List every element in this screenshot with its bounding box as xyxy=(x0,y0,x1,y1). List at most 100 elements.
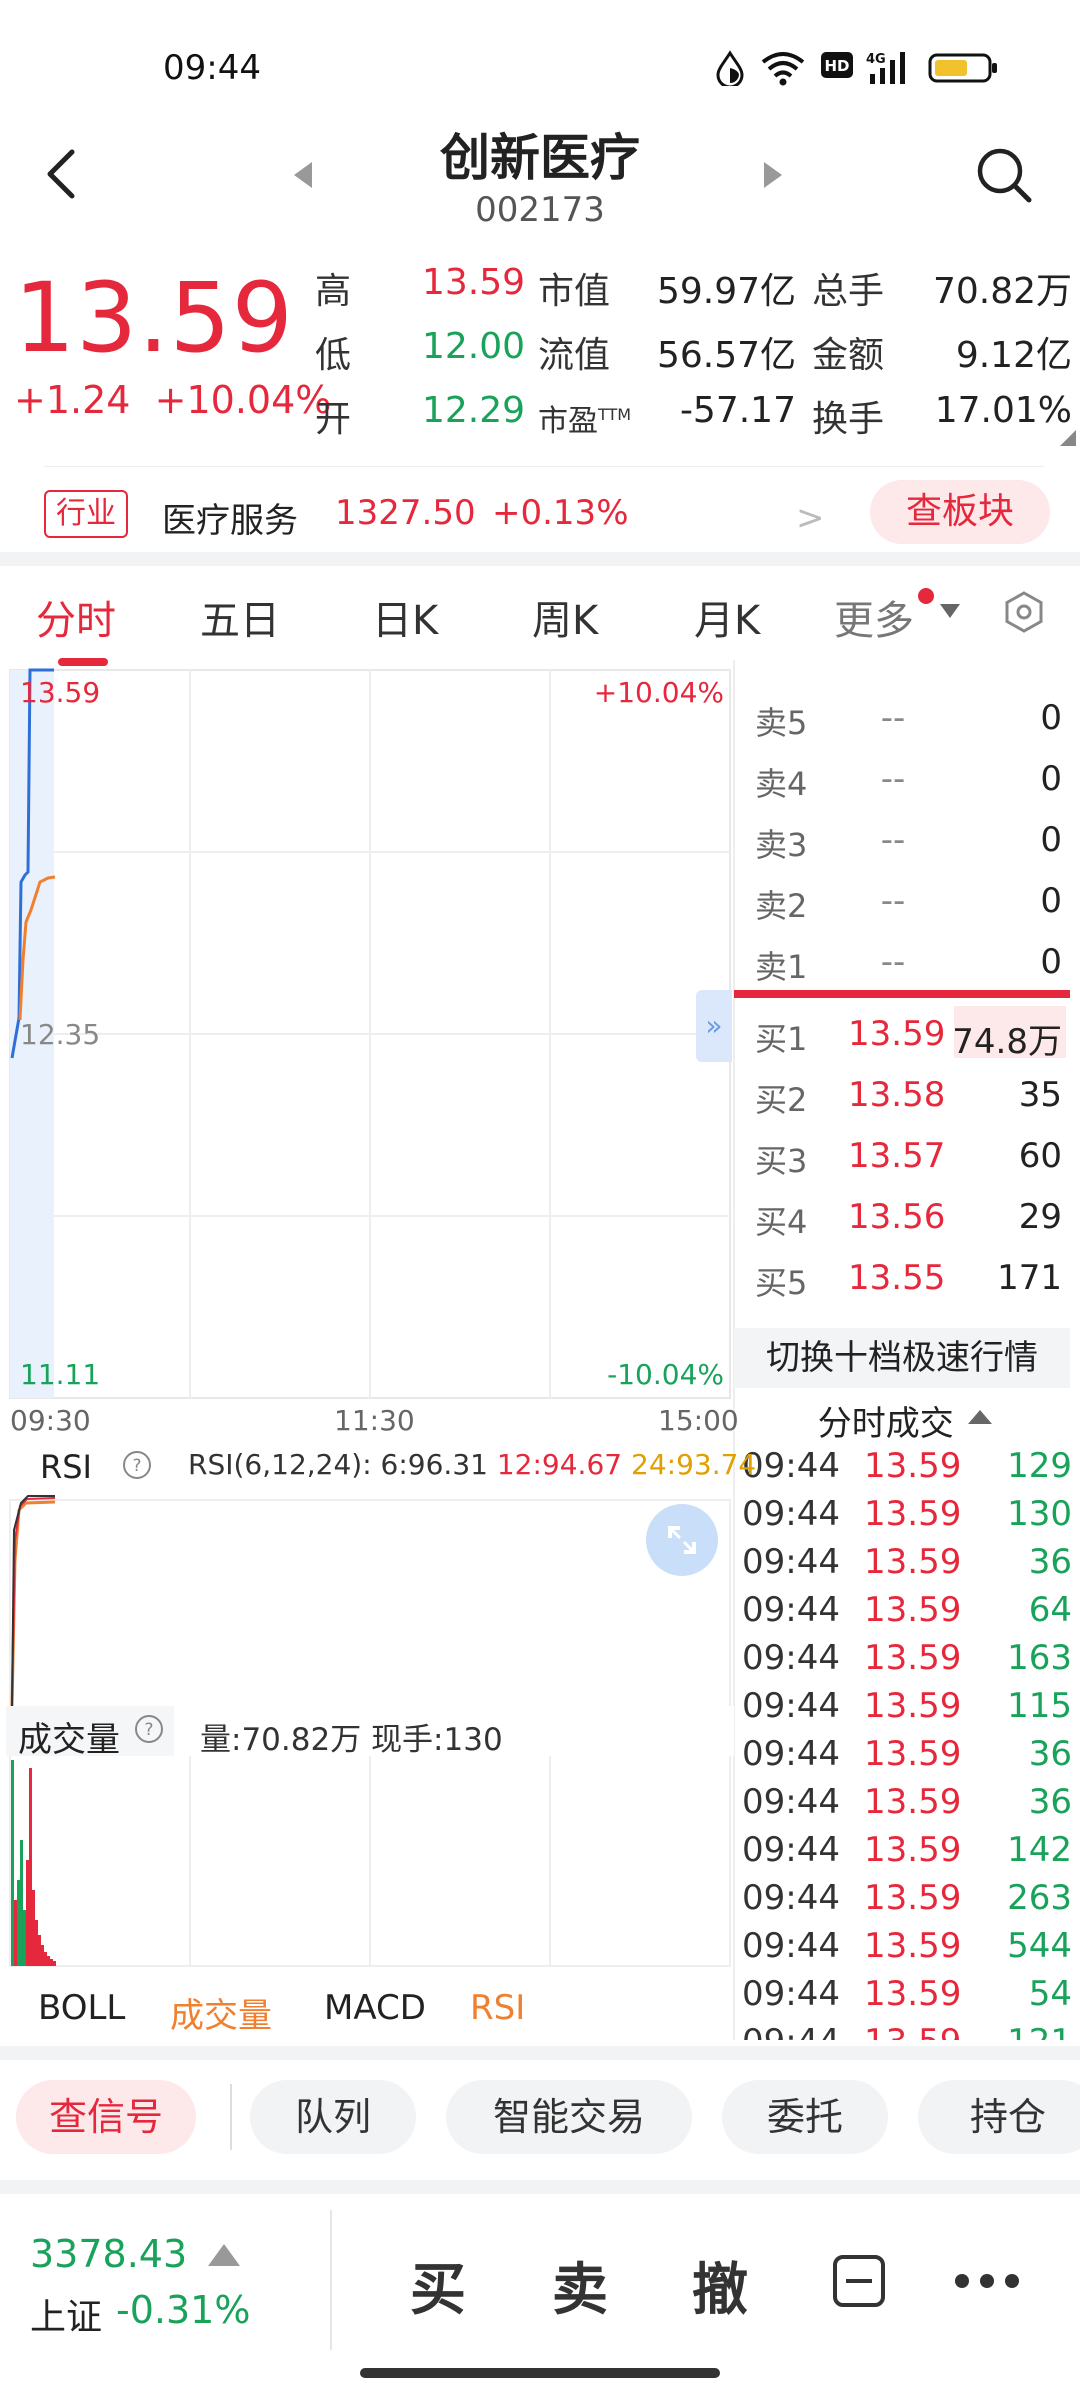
orders-button[interactable]: 委托 xyxy=(722,2080,888,2154)
tab-intraday[interactable]: 分时 xyxy=(36,588,116,646)
tick-row: 09:44 13.59 129 xyxy=(742,1446,1072,1486)
indicator-tab-macd[interactable]: MACD xyxy=(324,1988,426,2028)
bid-3-label: 买3 xyxy=(755,1142,808,1180)
ask-5-label: 卖5 xyxy=(755,704,808,742)
industry-name[interactable]: 医疗服务 xyxy=(162,493,298,542)
expand-quote-triangle[interactable] xyxy=(1060,430,1076,446)
svg-text:HD: HD xyxy=(824,57,849,75)
ticks-header[interactable]: 分时成交 xyxy=(734,1396,1070,1445)
indicator-tab-rsi[interactable]: RSI xyxy=(470,1988,525,2028)
price-change: +1.24 +10.04% xyxy=(14,378,331,422)
view-board-button[interactable]: 查板块 xyxy=(870,480,1050,544)
chevron-right-icon[interactable]: > xyxy=(796,498,825,538)
sell-button[interactable]: 卖 xyxy=(552,2245,608,2326)
tab-more[interactable]: 更多 xyxy=(834,588,914,646)
smart-trade-button[interactable]: 智能交易 xyxy=(446,2080,692,2154)
rsi-6-value: 6:96.31 xyxy=(380,1448,488,1481)
bid-ask-divider xyxy=(734,990,1070,998)
ask-2-label: 卖2 xyxy=(755,887,808,925)
tick-row: 09:44 13.59 115 xyxy=(742,1686,1072,1726)
volume-values: 量:70.82万 现手:130 xyxy=(200,1714,503,1759)
buy-button[interactable]: 买 xyxy=(410,2245,466,2326)
search-icon[interactable] xyxy=(975,146,1033,204)
cancel-order-button[interactable]: 撤 xyxy=(692,2245,748,2326)
ask-1-price: -- xyxy=(880,942,906,982)
percent-axis-high: +10.04% xyxy=(593,676,724,709)
fullscreen-icon[interactable] xyxy=(646,1504,718,1576)
stat-value-turnover: 17.01% xyxy=(934,390,1072,431)
tick-row: 09:44 13.59 36 xyxy=(742,1782,1072,1822)
triangle-up-icon xyxy=(208,2244,240,2266)
bid-1-vol: 74.8万 xyxy=(952,1022,1062,1062)
bid-4-price: 13.56 xyxy=(848,1197,946,1237)
caret-down-icon[interactable] xyxy=(940,604,960,618)
stat-label-low: 低 xyxy=(315,335,352,376)
price-axis-mid: 12.35 xyxy=(20,1018,101,1051)
settings-hexagon-icon[interactable] xyxy=(1002,590,1046,634)
bid-4-label: 买4 xyxy=(755,1203,808,1241)
bid-3-price: 13.57 xyxy=(848,1136,946,1176)
tab-weekly-k[interactable]: 周K xyxy=(532,588,598,646)
stat-value-float-cap: 56.57亿 xyxy=(656,335,796,376)
time-axis-start: 09:30 xyxy=(10,1404,91,1437)
bid-5-label: 买5 xyxy=(755,1264,808,1302)
tick-row: 09:44 13.59 163 xyxy=(742,1638,1072,1678)
signal-icon: 4G xyxy=(866,52,905,84)
volume-total: 量:70.82万 xyxy=(200,1722,362,1758)
stat-label-turnover: 换手 xyxy=(812,399,885,440)
ticks-list[interactable]: 09:44 13.59 129 09:44 13.59 130 09:44 13.59 36… xyxy=(736,1440,1080,2040)
positions-button[interactable]: 持仓 xyxy=(918,2080,1080,2154)
rsi-24-value: 24:93.74 xyxy=(631,1448,757,1481)
stat-label-market-cap: 市值 xyxy=(538,271,611,312)
divider xyxy=(330,2210,332,2350)
rsi-24-line xyxy=(10,1500,56,1707)
status-time: 09:44 xyxy=(163,48,261,88)
industry-change: +0.13% xyxy=(492,493,629,533)
index-name: 上证 xyxy=(30,2297,103,2338)
stat-label-float-cap: 流值 xyxy=(538,335,611,376)
next-stock-icon[interactable] xyxy=(762,160,784,190)
collapse-icon[interactable] xyxy=(832,2254,886,2308)
volume-current: 现手:130 xyxy=(371,1722,503,1758)
tick-row: 09:44 13.59 130 xyxy=(742,1494,1072,1534)
indicator-tab-volume[interactable]: 成交量 xyxy=(170,1988,272,2037)
index-value[interactable]: 3378.43 xyxy=(30,2232,187,2276)
stock-code: 002173 xyxy=(475,190,605,230)
switch-level10-button[interactable]: 切换十档极速行情 xyxy=(734,1328,1070,1388)
ask-2-vol: 0 xyxy=(1040,881,1062,921)
tab-five-day[interactable]: 五日 xyxy=(200,588,280,646)
indicator-tab-boll[interactable]: BOLL xyxy=(38,1988,125,2028)
stat-label-amount: 金额 xyxy=(812,335,885,376)
more-options-icon[interactable] xyxy=(952,2268,1022,2294)
tab-monthly-k[interactable]: 月K xyxy=(694,588,760,646)
tick-row: 09:44 13.59 64 xyxy=(742,1590,1072,1630)
tick-row: 09:44 13.59 263 xyxy=(742,1878,1072,1918)
check-signal-button[interactable]: 查信号 xyxy=(16,2080,196,2154)
ticks-title: 分时成交 xyxy=(817,1404,954,1444)
help-icon[interactable]: ? xyxy=(122,1450,152,1480)
bid-1-price: 13.59 xyxy=(848,1014,946,1054)
help-icon[interactable]: ? xyxy=(134,1714,164,1744)
ask-5-price: -- xyxy=(880,698,906,738)
stat-value-open: 12.29 xyxy=(421,390,525,431)
industry-tag: 行业 xyxy=(44,490,128,538)
home-indicator[interactable] xyxy=(360,2368,720,2378)
bid-4-vol: 29 xyxy=(1018,1197,1062,1237)
section-separator xyxy=(0,552,1080,566)
bid-1-label: 买1 xyxy=(755,1020,808,1058)
ask-3-price: -- xyxy=(880,820,906,860)
svg-text:?: ? xyxy=(144,1720,153,1740)
tab-daily-k[interactable]: 日K xyxy=(372,588,438,646)
change-percent: +10.04% xyxy=(154,378,332,422)
bid-2-price: 13.58 xyxy=(848,1075,946,1115)
queue-button[interactable]: 队列 xyxy=(250,2080,416,2154)
caret-up-icon[interactable] xyxy=(968,1410,992,1424)
expand-order-book-handle[interactable]: » xyxy=(696,990,732,1062)
stat-value-low: 12.00 xyxy=(421,326,525,367)
stat-label-pe: 市盈TTM xyxy=(538,404,632,439)
stat-label-high: 高 xyxy=(315,271,352,312)
stat-value-pe: -57.17 xyxy=(679,390,796,431)
ask-4-label: 卖4 xyxy=(755,765,808,803)
ask-2-price: -- xyxy=(880,881,906,921)
bid-2-label: 买2 xyxy=(755,1081,808,1119)
